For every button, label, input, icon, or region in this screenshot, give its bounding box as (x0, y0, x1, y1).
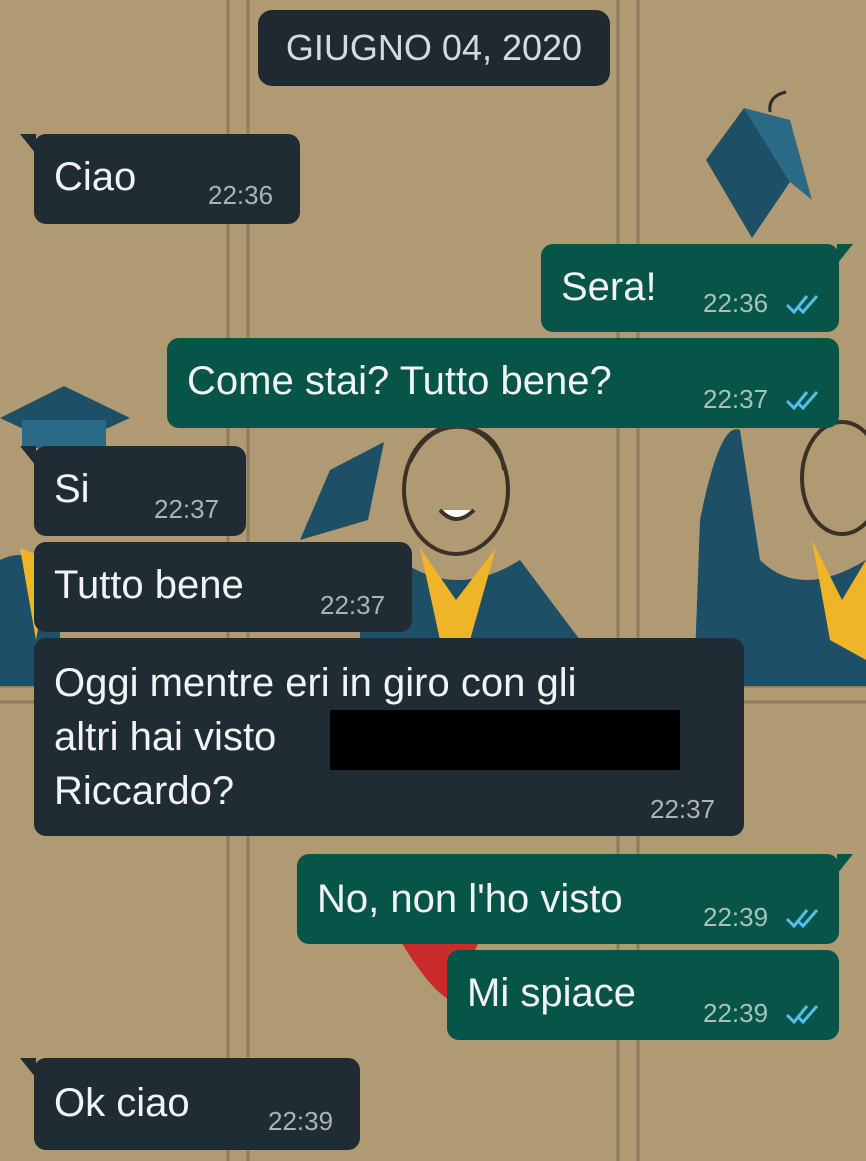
message-text: Sera! (561, 265, 657, 309)
bubble-tail (20, 134, 36, 154)
message-text: No, non l'ho visto (317, 877, 623, 921)
message-text-line: altri hai visto (54, 715, 277, 759)
message-time: 22:36 (703, 288, 769, 318)
message-time: 22:37 (650, 794, 716, 824)
bubble-tail (20, 1058, 36, 1078)
message-text: Mi spiace (467, 971, 636, 1015)
message-text: Ciao (54, 155, 137, 199)
incoming-message[interactable]: Si 22:37 (20, 446, 246, 536)
message-text-line: Riccardo? (54, 769, 235, 813)
message-time: 22:37 (320, 590, 386, 620)
message-time: 22:36 (208, 180, 274, 210)
outgoing-message[interactable]: Sera! 22:36 (541, 244, 853, 332)
bubble-tail (837, 854, 853, 874)
double-check-icon (785, 295, 819, 315)
message-text: Ok ciao (54, 1081, 190, 1125)
message-time: 22:39 (703, 998, 769, 1028)
redaction-block (330, 710, 680, 770)
double-check-icon (785, 391, 819, 411)
bubble-tail (837, 244, 853, 264)
message-time: 22:39 (703, 902, 769, 932)
double-check-icon (785, 1005, 819, 1025)
message-text: Tutto bene (54, 563, 244, 607)
message-time: 22:37 (154, 494, 220, 524)
message-text: Si (54, 467, 90, 511)
outgoing-message[interactable]: No, non l'ho visto 22:39 (297, 854, 853, 944)
incoming-message[interactable]: Ok ciao 22:39 (20, 1058, 360, 1150)
bubble-tail (20, 446, 36, 466)
outgoing-message[interactable]: Come stai? Tutto bene? 22:37 (167, 338, 839, 428)
date-separator: GIUGNO 04, 2020 (258, 10, 610, 86)
chat-thread[interactable]: GIUGNO 04, 2020 Ciao 22:36 Sera! 22:36 C… (0, 0, 866, 1161)
message-time: 22:37 (703, 384, 769, 414)
message-text-line: Oggi mentre eri in giro con gli (54, 661, 577, 705)
incoming-message[interactable]: Tutto bene 22:37 (34, 542, 412, 632)
incoming-message[interactable]: Oggi mentre eri in giro con gli altri ha… (34, 638, 744, 836)
double-check-icon (785, 909, 819, 929)
message-time: 22:39 (268, 1106, 334, 1136)
outgoing-message[interactable]: Mi spiace 22:39 (447, 950, 839, 1040)
message-text: Come stai? Tutto bene? (187, 359, 612, 403)
incoming-message[interactable]: Ciao 22:36 (20, 134, 300, 224)
